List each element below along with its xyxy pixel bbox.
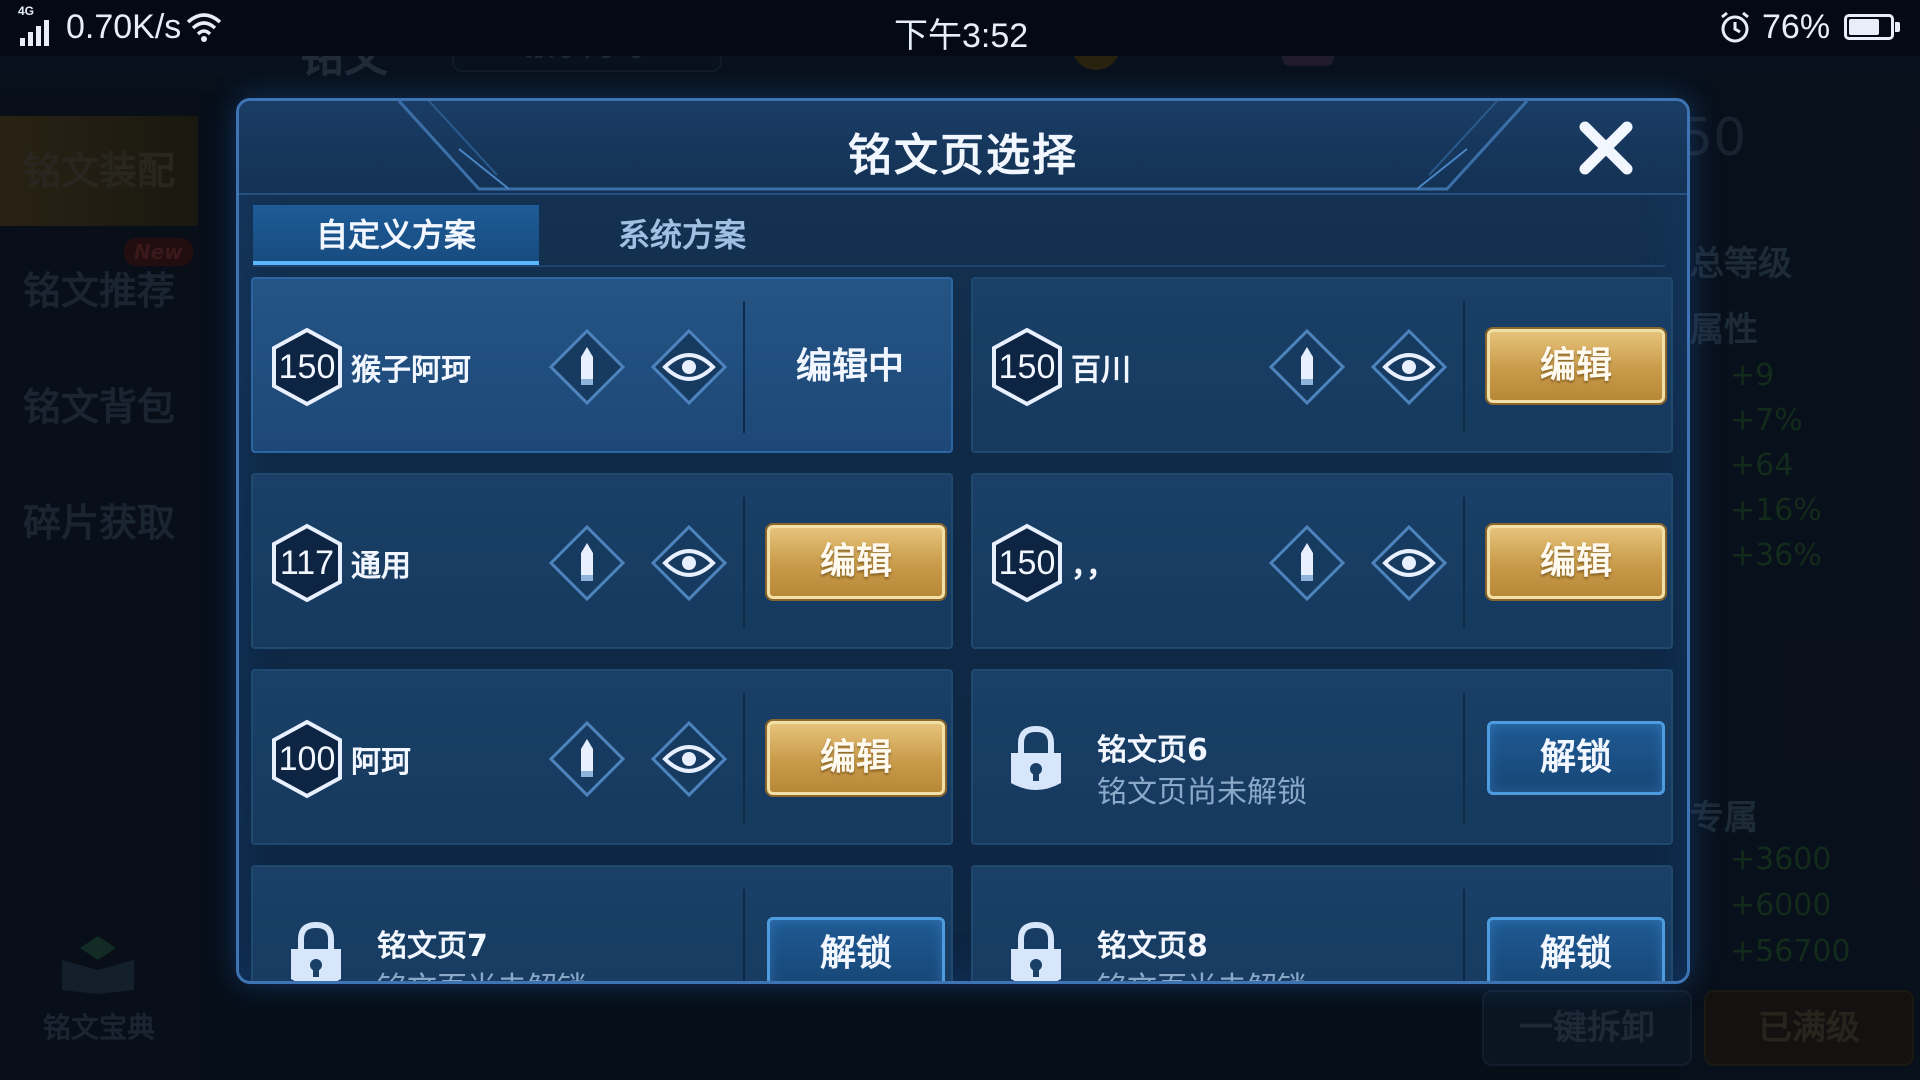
lock-icon	[1011, 725, 1061, 790]
rune-page-card[interactable]: 117 通用 编辑	[251, 473, 953, 649]
edit-button[interactable]: 编辑	[767, 721, 945, 795]
dialog-title: 铭文页选择	[848, 130, 1078, 181]
edit-button[interactable]: 编辑	[1487, 329, 1665, 403]
preview-eye-icon[interactable]	[649, 719, 729, 799]
tab-custom-scheme[interactable]: 自定义方案	[253, 205, 539, 265]
alarm-icon	[1721, 11, 1749, 43]
card-divider	[1463, 497, 1465, 629]
unlock-button[interactable]: 解锁	[1487, 721, 1665, 795]
card-divider	[743, 889, 745, 981]
preview-eye-icon[interactable]	[649, 523, 729, 603]
locked-page-subtitle: 铭文页尚未解锁	[377, 963, 587, 981]
rename-pencil-icon[interactable]	[1267, 523, 1347, 603]
locked-rune-page-card: 铭文页8 铭文页尚未解锁 解锁	[971, 865, 1673, 981]
page-level: 150	[998, 348, 1056, 386]
rune-page-card[interactable]: 100 阿珂 编辑	[251, 669, 953, 845]
edit-button[interactable]: 编辑	[767, 525, 945, 599]
card-divider	[743, 497, 745, 629]
rune-page-select-dialog: 铭文页选择 自定义方案 系统方案 150 猴子阿珂 编辑中 150 百川 编辑	[236, 98, 1690, 984]
card-divider	[1463, 301, 1465, 433]
rename-pencil-icon[interactable]	[1267, 327, 1347, 407]
page-name: 猴子阿珂	[351, 353, 471, 388]
status-bar: 4G 0.70K/s 下午3:52 76%	[0, 0, 1920, 56]
preview-eye-icon[interactable]	[1369, 523, 1449, 603]
page-level: 150	[278, 348, 336, 386]
unlock-button[interactable]: 解锁	[1487, 917, 1665, 981]
battery-icon	[1844, 14, 1900, 40]
preview-eye-icon[interactable]	[1369, 327, 1449, 407]
page-level: 117	[279, 544, 335, 582]
lock-icon	[1011, 921, 1061, 981]
lock-icon	[291, 921, 341, 981]
clock: 下午3:52	[894, 17, 1029, 55]
network-speed: 0.70K/s	[66, 8, 182, 46]
locked-rune-page-card: 铭文页6 铭文页尚未解锁 解锁	[971, 669, 1673, 845]
page-name: 阿珂	[351, 745, 411, 780]
tab-system-scheme[interactable]: 系统方案	[539, 205, 825, 265]
rune-page-card[interactable]: 150 百川 编辑	[971, 277, 1673, 453]
dialog-header: 铭文页选择	[239, 101, 1687, 195]
editing-status: 编辑中	[795, 346, 904, 387]
battery-percent: 76%	[1762, 8, 1831, 46]
rune-page-card[interactable]: 150 猴子阿珂 编辑中	[251, 277, 953, 453]
page-name: 通用	[351, 549, 411, 584]
rune-page-card[interactable]: 150 ，， 编辑	[971, 473, 1673, 649]
card-divider	[743, 693, 745, 825]
rename-pencil-icon[interactable]	[547, 719, 627, 799]
rename-pencil-icon[interactable]	[547, 523, 627, 603]
page-name: ，，	[1071, 549, 1116, 584]
preview-eye-icon[interactable]	[649, 327, 729, 407]
locked-page-title: 铭文页7	[377, 929, 488, 964]
locked-rune-page-card: 铭文页7 铭文页尚未解锁 解锁	[251, 865, 953, 981]
page-level: 100	[278, 740, 336, 778]
scheme-tabs: 自定义方案 系统方案	[253, 205, 1665, 267]
page-name: 百川	[1071, 353, 1131, 388]
edit-button[interactable]: 编辑	[1487, 525, 1665, 599]
locked-page-subtitle: 铭文页尚未解锁	[1097, 963, 1307, 981]
rune-page-grid: 150 猴子阿珂 编辑中 150 百川 编辑 117 通用 编辑 150 ，， …	[251, 277, 1675, 981]
page-level: 150	[998, 544, 1056, 582]
card-divider	[1463, 889, 1465, 981]
locked-page-subtitle: 铭文页尚未解锁	[1097, 775, 1307, 810]
signal-icon	[20, 14, 49, 46]
locked-page-title: 铭文页8	[1097, 929, 1208, 964]
locked-page-title: 铭文页6	[1097, 733, 1208, 768]
unlock-button[interactable]: 解锁	[767, 917, 945, 981]
close-icon[interactable]	[1577, 119, 1635, 177]
card-divider	[1463, 693, 1465, 825]
wifi-icon	[186, 13, 222, 42]
rename-pencil-icon[interactable]	[547, 327, 627, 407]
